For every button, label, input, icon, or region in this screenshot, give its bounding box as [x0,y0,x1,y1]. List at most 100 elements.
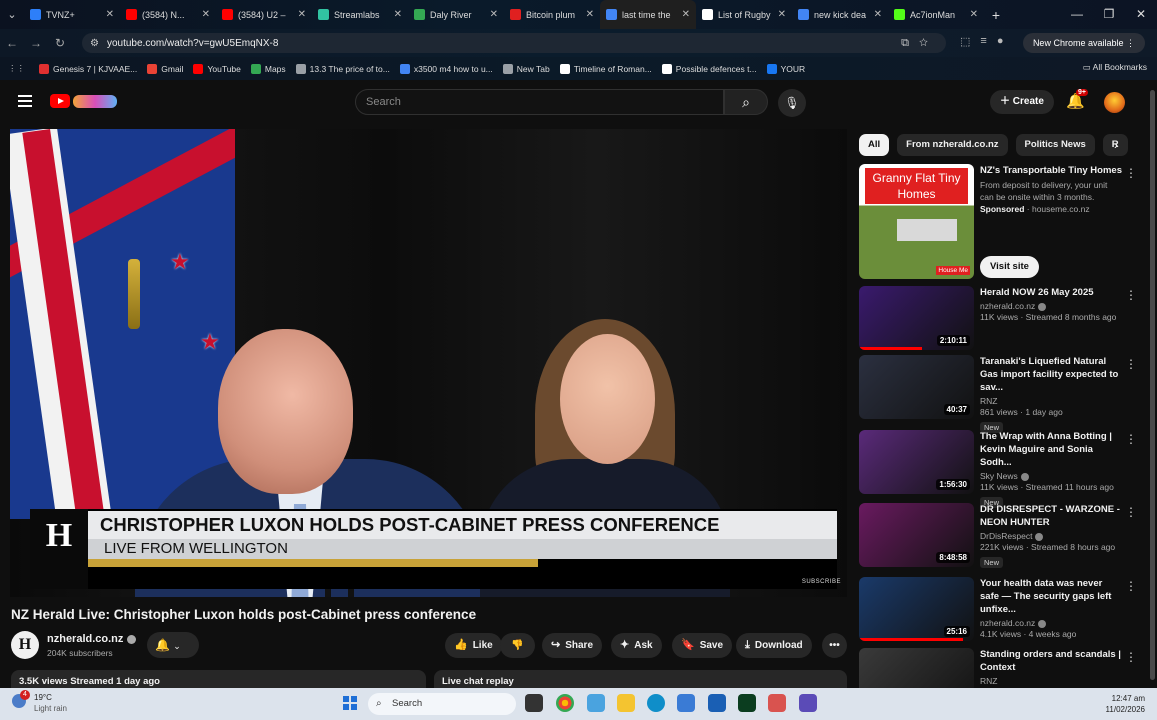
bookmark-star-icon[interactable]: ☆ [919,37,938,49]
edge-app-icon[interactable] [647,694,665,712]
more-vertical-icon[interactable]: ⋮ [1125,505,1137,519]
more-vertical-icon[interactable]: ⋮ [1125,432,1137,446]
youtube-doodle-logo[interactable] [73,95,117,108]
bookmark-item[interactable]: Possible defences t... [661,63,757,74]
taskbar-search[interactable]: ⌕ Search [368,693,516,715]
address-bar[interactable]: ⚙ youtube.com/watch?v=gwU5EmqNX-8 ⧉☆ [82,33,946,53]
video-thumbnail[interactable]: 40:37 [859,355,974,419]
filter-chip[interactable]: From nzherald.co.nz [897,134,1008,156]
menu-icon[interactable] [18,95,32,110]
tab-close-icon[interactable]: ✕ [682,9,690,20]
browser-tab[interactable]: Streamlabs ✕ [312,0,408,29]
channel-avatar[interactable]: H [11,631,39,659]
search-button[interactable]: ⌕ [724,89,768,115]
page-scrollbar[interactable] [1148,80,1157,688]
visit-site-button[interactable]: Visit site [980,256,1039,278]
tab-close-icon[interactable]: ✕ [202,9,210,20]
dislike-button[interactable]: 👎 [500,633,535,658]
system-clock[interactable]: 12:47 am 11/02/2026 [1106,693,1145,715]
tab-search-icon[interactable]: ⌄ [0,8,24,21]
more-vertical-icon[interactable]: ⋮ [1125,357,1137,371]
restore-icon[interactable]: ❐ [1093,0,1125,29]
media-controls-icon[interactable]: ≡ [980,35,986,48]
channel-name[interactable]: nzherald.co.nz [47,633,137,645]
chrome-app-icon[interactable] [556,694,574,712]
video-thumbnail[interactable]: 8:48:58 [859,503,974,567]
profile-icon[interactable]: ● [997,35,1004,48]
browser-tab[interactable]: new kick dea ✕ [792,0,888,29]
bookmark-item[interactable]: Gmail [147,63,183,74]
apps-grid-icon[interactable]: ⋮⋮ [8,63,25,74]
bookmark-item[interactable]: x3500 m4 how to u... [399,63,493,74]
file-explorer-icon[interactable] [617,694,635,712]
recommended-video-title[interactable]: DR DISRESPECT - WARZONE - NEON HUNTER [980,503,1123,529]
browser-tab[interactable]: last time the ✕ [600,0,696,29]
weather-app-icon[interactable] [587,694,605,712]
recommended-video-title[interactable]: The Wrap with Anna Botting | Kevin Magui… [980,430,1123,469]
recommended-channel-name[interactable]: RNZ [980,396,997,406]
account-avatar[interactable] [1104,92,1125,113]
browser-tab[interactable]: TVNZ+ ✕ [24,0,120,29]
download-button[interactable]: ⤓ Download [736,633,812,658]
streamlabs-app-icon[interactable] [768,694,786,712]
recommended-channel-name[interactable]: Sky News [980,471,1018,481]
video-player[interactable]: ★ ★ H CHRISTOPHER LUXON HOLDS POST-CABIN… [10,129,847,597]
more-vertical-icon[interactable]: ⋮ [1125,579,1137,593]
recommended-channel-name[interactable]: nzherald.co.nz [980,301,1035,311]
recommended-channel-name[interactable]: DrDisRespect [980,531,1032,541]
new-tab-button[interactable]: + [984,7,1008,23]
tab-close-icon[interactable]: ✕ [586,9,594,20]
more-actions-button[interactable]: ••• [822,633,847,658]
video-thumbnail[interactable]: 1:56:30 [859,430,974,494]
reload-icon[interactable]: ↻ [48,36,72,50]
tab-close-icon[interactable]: ✕ [778,9,786,20]
video-thumbnail[interactable]: 2:10:11 [859,286,974,350]
ad-thumbnail[interactable]: Granny Flat Tiny Homes House Me [859,164,974,279]
subscribe-watermark[interactable]: SUBSCRIBE [802,579,841,585]
more-vertical-icon[interactable]: ⋮ [1125,288,1137,302]
tab-close-icon[interactable]: ✕ [490,9,498,20]
youtube-logo[interactable] [50,94,70,108]
forward-icon[interactable]: → [24,36,48,50]
recommended-video-title[interactable]: Herald NOW 26 May 2025 [980,286,1123,299]
search-input[interactable]: Search [355,89,724,115]
recommended-video-title[interactable]: Taranaki's Liquefied Natural Gas import … [980,355,1123,394]
bookmark-item[interactable]: Timeline of Roman... [559,63,652,74]
tab-close-icon[interactable]: ✕ [298,9,306,20]
like-button[interactable]: 👍 Like [445,633,502,658]
back-icon[interactable]: ← [0,36,24,50]
extensions-icon[interactable]: ⬚ [960,35,970,48]
bookmark-item[interactable]: YOUR [766,63,805,74]
mail-app-icon[interactable] [677,694,695,712]
chevron-right-icon[interactable]: › [1114,138,1118,152]
browser-tab[interactable]: (3584) U2 – ✕ [216,0,312,29]
browser-tab[interactable]: (3584) N... ✕ [120,0,216,29]
tab-close-icon[interactable]: ✕ [106,9,114,20]
share-button[interactable]: ↪ Share [542,633,603,658]
task-view-icon[interactable] [525,694,543,712]
ask-button[interactable]: ✦ Ask [611,633,662,658]
tab-close-icon[interactable]: ✕ [874,9,882,20]
video-thumbnail[interactable]: 25:16 [859,577,974,641]
bookmark-item[interactable]: Maps [250,63,286,74]
scrollbar-thumb[interactable] [1150,90,1155,680]
tab-close-icon[interactable]: ✕ [970,9,978,20]
filter-chip[interactable]: All [859,134,890,156]
filter-chip[interactable]: Politics News [1015,134,1095,156]
minimize-icon[interactable]: — [1061,0,1093,29]
voice-search-button[interactable]: 🎙 [778,89,806,117]
create-button[interactable]: ＋ Create [990,90,1054,114]
browser-tab[interactable]: Bitcoin plum ✕ [504,0,600,29]
notifications-button[interactable]: 🔔 9+ [1066,89,1088,110]
browser-tab[interactable]: Daly River ✕ [408,0,504,29]
recommended-channel-name[interactable]: RNZ [980,676,997,686]
bookmark-item[interactable]: New Tab [502,63,550,74]
close-window-icon[interactable]: ✕ [1125,0,1157,29]
recommended-video-title[interactable]: Standing orders and scandals | Context [980,648,1123,674]
browser-tab[interactable]: List of Rugby ✕ [696,0,792,29]
bookmark-item[interactable]: 13.3 The price of to... [295,63,390,74]
more-vertical-icon[interactable]: ⋮ [1125,166,1137,180]
store-app-icon[interactable] [708,694,726,712]
subscription-bell-button[interactable]: 🔔 ⌄ [147,632,199,658]
recommended-video-title[interactable]: Your health data was never safe — The se… [980,577,1123,616]
